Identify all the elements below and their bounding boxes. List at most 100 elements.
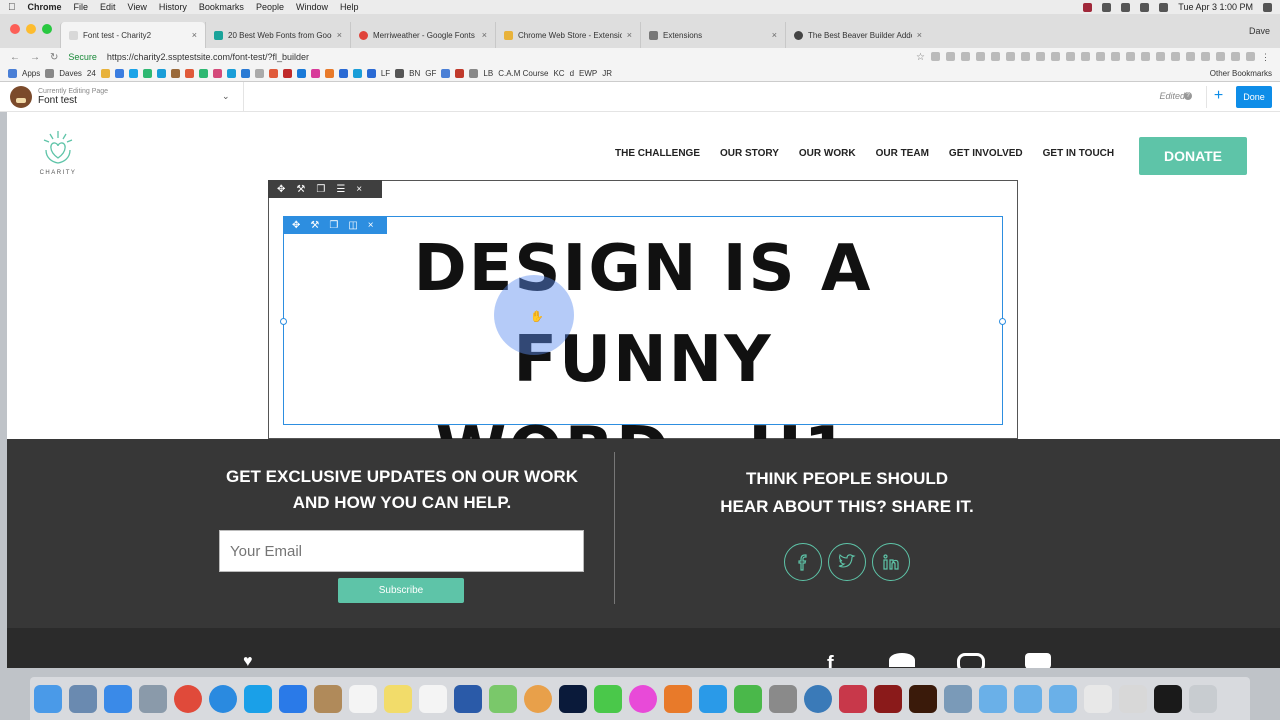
bookmark-icon[interactable] [142,69,152,78]
calendar-icon[interactable] [349,684,377,713]
extension-icon[interactable] [1231,51,1240,61]
itunes-icon[interactable] [629,684,657,713]
move-icon[interactable]: ✥ [277,184,285,195]
ibooks-icon[interactable] [664,684,692,713]
menu-window[interactable]: Window [296,2,328,12]
terminal-icon[interactable] [1154,684,1182,713]
tab-beaver-addons[interactable]: The Best Beaver Builder Addo × [785,22,930,48]
app-store-icon[interactable] [699,684,727,713]
bookmark-icon[interactable] [296,69,306,78]
bookmark-icon[interactable] [282,69,292,78]
menu-people[interactable]: People [256,2,284,12]
folder-icon[interactable] [979,684,1007,713]
bookmark-icon[interactable] [156,69,166,78]
menu-help[interactable]: Help [340,2,359,12]
bookmark-icon[interactable] [212,69,222,78]
nav-our-work[interactable]: OUR WORK [799,148,856,159]
notes-icon[interactable] [384,684,412,713]
bookmark-d[interactable]: d [570,69,574,78]
bookmark-icon[interactable] [455,69,465,78]
extension-icon[interactable] [991,51,1000,61]
bookmark-icon[interactable] [240,69,250,78]
bookmark-icon[interactable] [366,69,376,78]
bookmark-gf[interactable]: GF [425,69,436,78]
bookmark-icon[interactable] [268,69,278,78]
app-name[interactable]: Chrome [28,2,62,12]
zoom-icon[interactable] [279,684,307,713]
app-icon[interactable] [69,684,97,713]
profile-name[interactable]: Dave [1249,26,1270,36]
done-button[interactable]: Done [1236,86,1272,108]
photos-icon[interactable] [524,684,552,713]
safari-icon[interactable] [209,684,237,713]
status-icon[interactable] [1102,2,1112,12]
trash-icon[interactable] [1189,684,1217,713]
extension-icon[interactable] [1156,51,1165,61]
extension-icon[interactable] [1201,51,1210,61]
bookmark-icon[interactable] [114,69,124,78]
extension-icon[interactable] [961,51,970,61]
extension-icon[interactable] [1126,51,1135,61]
url-field[interactable]: https://charity2.ssptestsite.com/font-te… [107,52,309,62]
menu-icon[interactable]: ☰ [336,184,345,195]
bookmark-ewp[interactable]: EWP [579,69,597,78]
menu-edit[interactable]: Edit [100,2,116,12]
bookmark-icon[interactable] [352,69,362,78]
system-preferences-icon[interactable] [769,684,797,713]
reload-icon[interactable]: ↻ [50,52,58,63]
charity-logo[interactable]: CHARITY [37,128,79,176]
tab-extensions[interactable]: Extensions × [640,22,785,48]
extension-icon[interactable] [931,51,940,61]
search-icon[interactable] [1263,2,1272,12]
bookmark-icon[interactable] [441,69,451,78]
nav-the-challenge[interactable]: THE CHALLENGE [615,148,700,159]
bookmark-lf[interactable]: LF [381,69,390,78]
volume-icon[interactable] [1159,2,1169,12]
maps-icon[interactable] [489,684,517,713]
acrobat-icon[interactable] [874,684,902,713]
app-icon[interactable] [314,684,342,713]
app-icon[interactable] [944,684,972,713]
bookmark-cam[interactable]: C.A.M Course [498,69,548,78]
bookmark-icon[interactable] [170,69,180,78]
extension-icon[interactable] [1066,51,1075,61]
close-tab-icon[interactable]: × [627,30,632,40]
extension-icon[interactable] [1051,51,1060,61]
bookmark-icon[interactable] [128,69,138,78]
extension-icon[interactable] [1141,51,1150,61]
extension-icon[interactable] [1171,51,1180,61]
subscribe-button[interactable]: Subscribe [338,578,464,603]
star-icon[interactable]: ☆ [916,52,925,63]
bookmark-icon[interactable] [310,69,320,78]
back-icon[interactable]: ← [10,52,20,63]
close-window-button[interactable] [10,24,20,34]
minimize-window-button[interactable] [26,24,36,34]
help-icon[interactable]: ? [1184,92,1192,100]
reminders-icon[interactable] [419,684,447,713]
zoom-window-button[interactable] [42,24,52,34]
nav-get-involved[interactable]: GET INVOLVED [949,148,1023,159]
nav-our-story[interactable]: OUR STORY [720,148,779,159]
wifi-icon[interactable] [1140,2,1150,12]
email-input[interactable] [219,530,584,572]
app-icon[interactable] [1119,684,1147,713]
bookmark-kc[interactable]: KC [553,69,564,78]
status-icon[interactable] [1083,2,1093,12]
extension-icon[interactable] [1021,51,1030,61]
forward-icon[interactable]: → [30,52,40,63]
chevron-down-icon[interactable]: ⌄ [222,91,230,102]
extension-icon[interactable] [976,51,985,61]
twitter-icon[interactable] [889,653,915,667]
extension-icon[interactable] [1036,51,1045,61]
bookmark-lb[interactable]: LB [483,69,493,78]
close-tab-icon[interactable]: × [482,30,487,40]
extension-icon[interactable] [1111,51,1120,61]
extension-icon[interactable] [1246,51,1255,61]
linkedin-share-button[interactable] [872,543,910,581]
bookmark-icon[interactable] [100,69,110,78]
skype-icon[interactable] [244,684,272,713]
tab-web-store[interactable]: Chrome Web Store - Extensio × [495,22,640,48]
bookmark-daves[interactable]: Daves [59,69,82,78]
tab-font-test[interactable]: Font test - Charity2 × [60,22,205,48]
finder-icon[interactable] [34,684,62,713]
